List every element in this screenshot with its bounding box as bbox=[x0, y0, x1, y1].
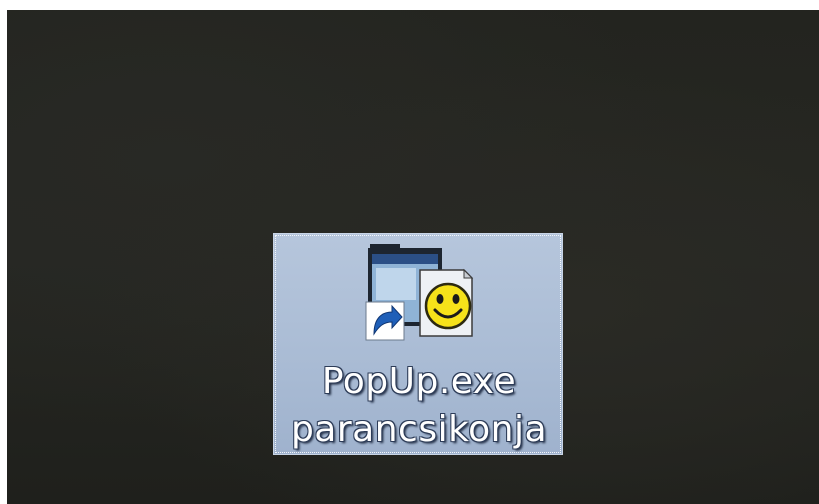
desktop-background: PopUp.exe parancsikonja bbox=[7, 10, 819, 504]
icon-label-line-2: parancsikonja bbox=[290, 409, 548, 450]
icon-label-line-1: PopUp.exe bbox=[321, 361, 517, 402]
desktop-shortcut-popup[interactable]: PopUp.exe parancsikonja bbox=[273, 233, 563, 455]
smiley-shortcut-icon bbox=[365, 244, 474, 341]
